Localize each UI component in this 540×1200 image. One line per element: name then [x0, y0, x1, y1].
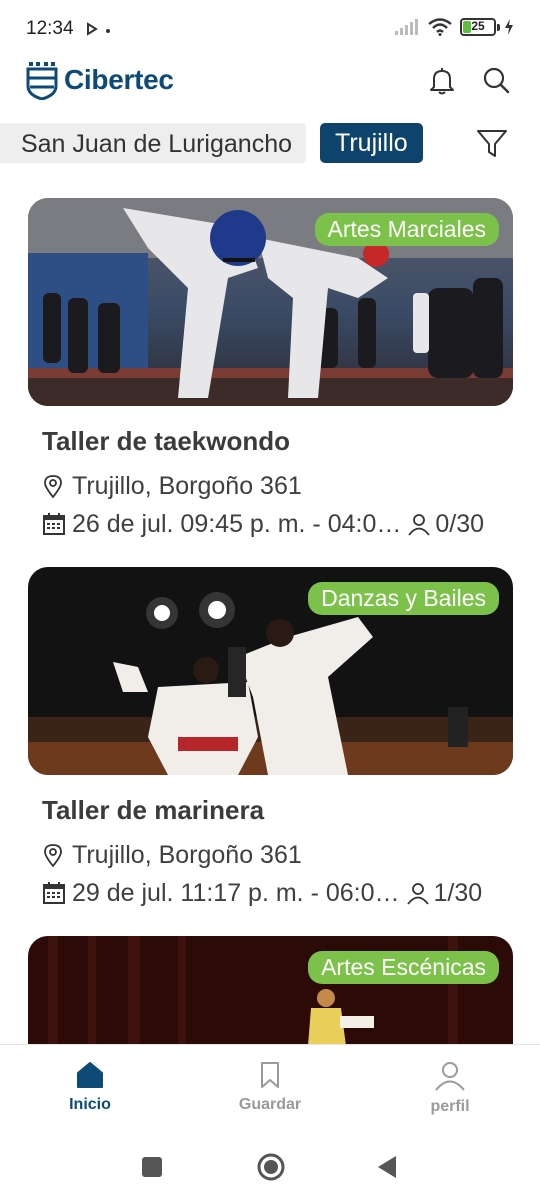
play-icon — [87, 22, 98, 36]
category-badge: Danzas y Bailes — [308, 582, 499, 615]
person-icon — [406, 883, 429, 905]
calendar-icon — [43, 513, 65, 535]
home-circle-icon[interactable] — [256, 1152, 286, 1182]
filter-chip-label: San Juan de Lurigancho — [20, 130, 292, 158]
event-datetime: 29 de jul. 11:17 p. m. - 06:0… — [72, 878, 400, 907]
app-header: Cibertec — [0, 56, 540, 112]
person-icon — [408, 514, 431, 536]
profile-icon — [435, 1062, 465, 1091]
nav-profile[interactable]: perfil — [390, 1061, 510, 1116]
filter-chip-san-juan[interactable]: San Juan de Lurigancho — [0, 123, 306, 163]
filter-icon[interactable] — [476, 128, 508, 160]
shield-logo-icon — [26, 62, 58, 100]
filter-chip-trujillo[interactable]: Trujillo — [320, 123, 423, 163]
event-card[interactable]: Artes Marciales Taller de taekwondo Truj… — [28, 198, 513, 543]
wifi-icon — [428, 18, 452, 36]
notification-dot-icon — [106, 29, 110, 33]
system-navigation — [0, 1135, 540, 1200]
filter-chips: San Juan de Lurigancho Trujillo — [0, 120, 540, 170]
nav-saved[interactable]: Guardar — [210, 1061, 330, 1114]
location-pin-icon — [44, 844, 62, 867]
event-image-taekwondo: Artes Marciales — [28, 198, 513, 406]
event-location: Trujillo, Borgoño 361 — [42, 836, 513, 874]
event-datetime: 26 de jul. 09:45 p. m. - 04:0… — [72, 509, 402, 538]
event-location: Trujillo, Borgoño 361 — [42, 467, 513, 505]
calendar-icon — [43, 882, 65, 904]
search-icon[interactable] — [482, 66, 510, 96]
bell-icon[interactable] — [428, 66, 456, 96]
bookmark-icon — [261, 1062, 279, 1088]
recent-apps-icon[interactable] — [141, 1156, 163, 1178]
location-pin-icon — [44, 475, 62, 498]
back-icon[interactable] — [376, 1155, 398, 1179]
event-schedule: 29 de jul. 11:17 p. m. - 06:0… 1/30 — [42, 874, 513, 912]
event-capacity: 0/30 — [435, 509, 485, 538]
status-bar: 12:34 25 — [0, 0, 540, 62]
status-icons: 25 — [394, 18, 514, 36]
status-time: 12:34 — [26, 18, 74, 39]
event-image-escenicas: Artes Escénicas — [28, 936, 513, 1046]
signal-icon — [395, 19, 418, 35]
event-image-marinera: Danzas y Bailes — [28, 567, 513, 775]
brand-name: Cibertec — [64, 64, 174, 95]
nav-home-label: Inicio — [69, 1096, 111, 1113]
charging-icon — [505, 19, 513, 35]
brand-logo: Cibertec — [26, 60, 174, 100]
nav-saved-label: Guardar — [238, 1096, 302, 1113]
bottom-navigation: Inicio Guardar perfil — [0, 1044, 540, 1126]
nav-home[interactable]: Inicio — [30, 1061, 150, 1114]
event-capacity: 1/30 — [433, 878, 483, 907]
category-badge: Artes Marciales — [314, 213, 499, 246]
battery-level: 25 — [471, 19, 485, 33]
event-card[interactable]: Danzas y Bailes Taller de marinera Truji… — [28, 567, 513, 912]
home-icon — [77, 1062, 103, 1088]
category-badge: Artes Escénicas — [308, 951, 499, 984]
nav-profile-label: perfil — [430, 1098, 470, 1115]
event-title: Taller de taekwondo — [42, 426, 291, 456]
event-title: Taller de marinera — [42, 795, 265, 825]
event-location-text: Trujillo, Borgoño 361 — [72, 471, 302, 500]
battery-icon: 25 — [460, 18, 500, 36]
event-schedule: 26 de jul. 09:45 p. m. - 04:0… 0/30 — [42, 505, 513, 543]
event-location-text: Trujillo, Borgoño 361 — [72, 840, 302, 869]
event-card[interactable]: Artes Escénicas — [28, 936, 513, 1046]
